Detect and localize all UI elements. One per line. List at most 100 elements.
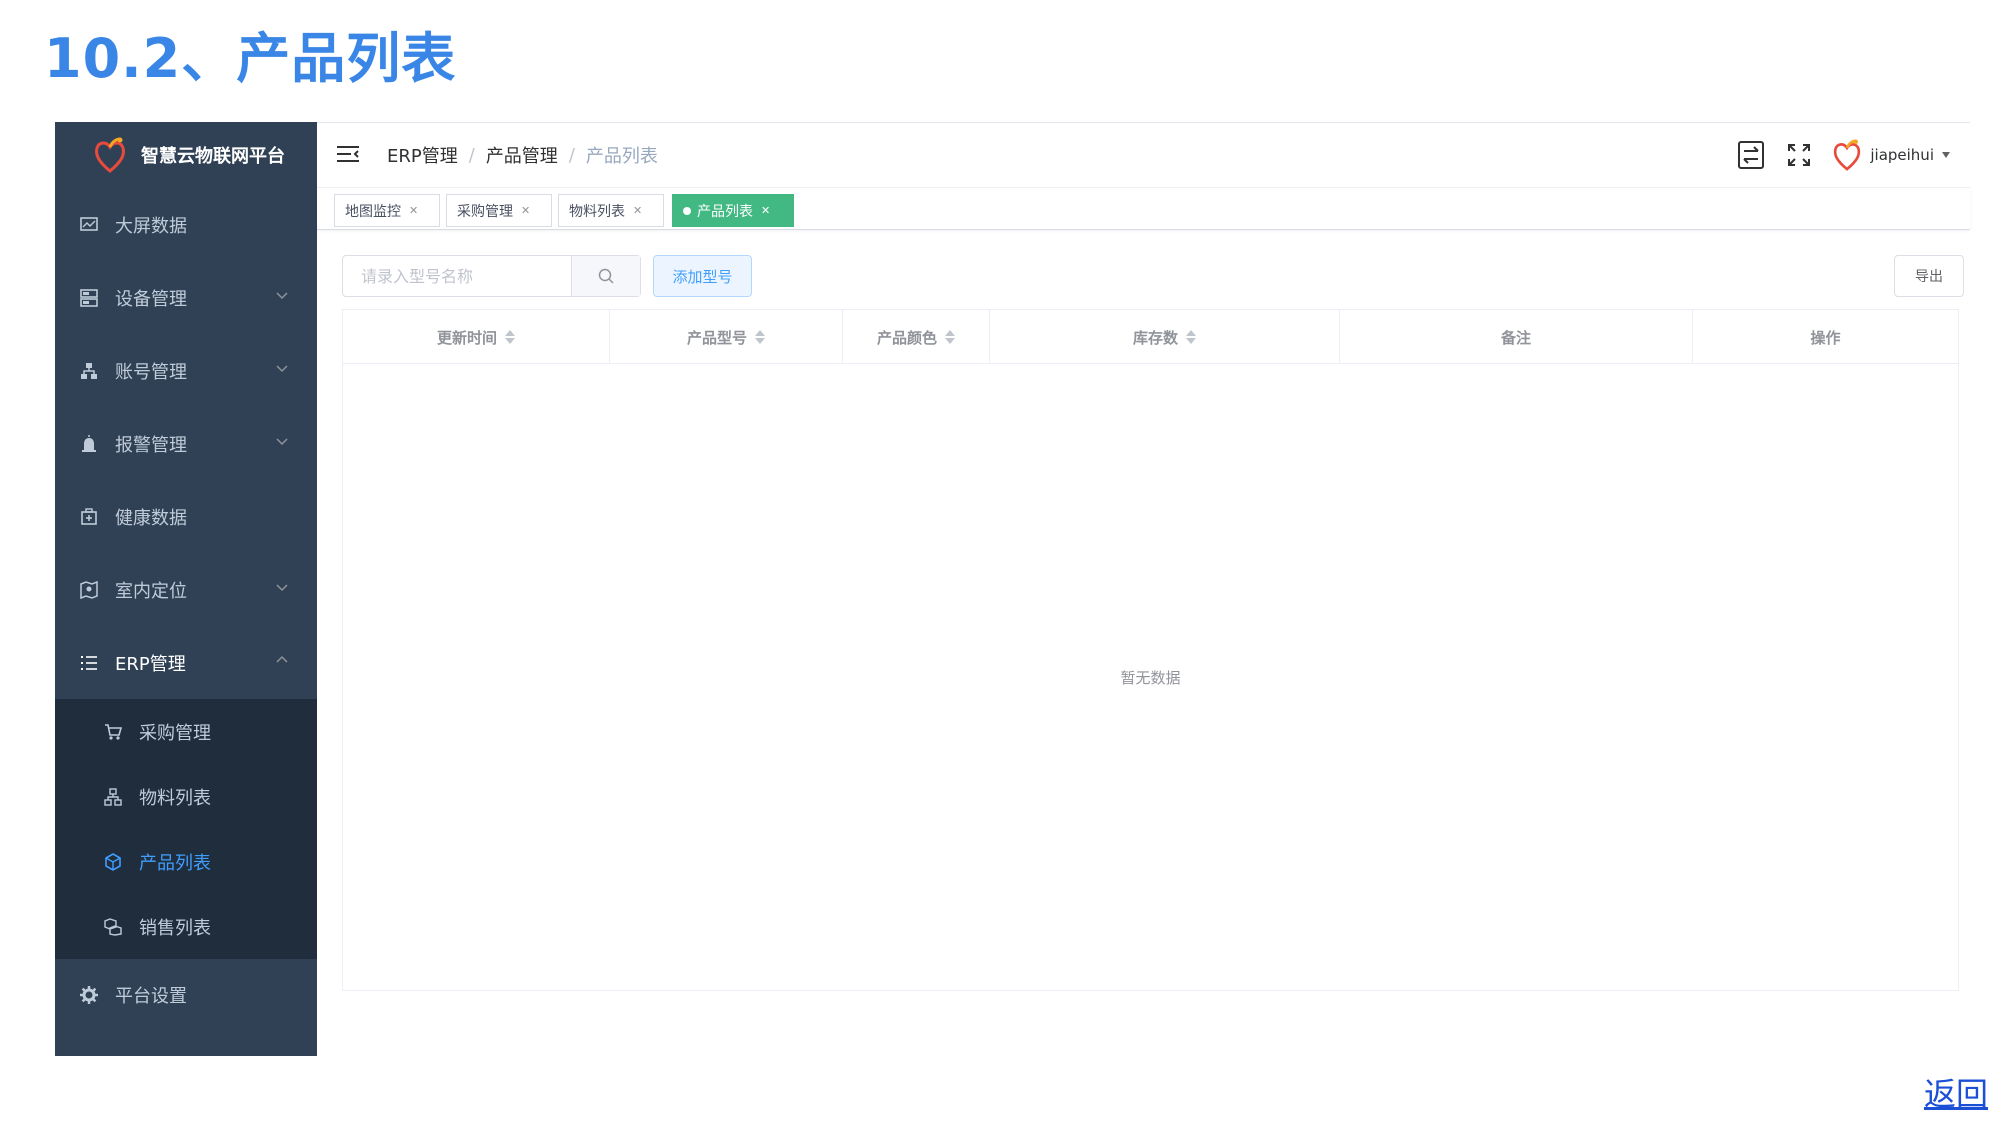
sidebar-item-device[interactable]: 设备管理 (55, 261, 317, 334)
search-icon (598, 268, 614, 284)
sidebar-item-erp[interactable]: ERP管理 (55, 626, 317, 699)
breadcrumb-separator: / (568, 144, 575, 166)
tags-view: 地图监控 ✕ 采购管理 ✕ 物料列表 ✕ 产品列表 ✕ (317, 187, 1970, 230)
column-header-remark: 备注 (1340, 310, 1693, 364)
logo-text: 智慧云物联网平台 (141, 146, 285, 167)
gear-icon (79, 985, 99, 1005)
logo-row: 智慧云物联网平台 (55, 122, 317, 188)
sidebar-item-purchase[interactable]: 采购管理 (55, 699, 317, 764)
product-table: 更新时间 产品型号 产品颜色 库存数 备注 操作 暂无数据 (342, 309, 1959, 991)
chevron-down-icon (276, 584, 288, 592)
empty-text: 暂无数据 (1120, 668, 1181, 687)
cart-icon (103, 722, 123, 742)
doc-title: 10.2、产品列表 (44, 27, 457, 90)
column-label: 产品颜色 (876, 328, 937, 347)
column-header-color[interactable]: 产品颜色 (843, 310, 990, 364)
server-icon (79, 288, 99, 308)
close-icon[interactable]: ✕ (409, 204, 418, 217)
sidebar-item-label: 设备管理 (115, 288, 187, 310)
tag-label: 物料列表 (569, 203, 625, 220)
navbar: ERP管理 / 产品管理 / 产品列表 jiapeihui (317, 123, 1970, 187)
search-group (342, 255, 641, 297)
sort-icon[interactable] (945, 330, 955, 344)
tag-purchase[interactable]: 采购管理 ✕ (446, 194, 552, 227)
column-header-actions: 操作 (1693, 310, 1958, 364)
sidebar-item-indoor-location[interactable]: 室内定位 (55, 553, 317, 626)
tag-label: 产品列表 (697, 203, 753, 220)
heart-logo-icon (95, 137, 125, 173)
column-header-update-time[interactable]: 更新时间 (343, 310, 610, 364)
sidebar-item-dashboard[interactable]: 大屏数据 (55, 188, 317, 261)
document-icon[interactable] (1736, 140, 1766, 170)
breadcrumb: ERP管理 / 产品管理 / 产品列表 (387, 142, 658, 168)
close-icon[interactable]: ✕ (633, 204, 642, 217)
table-header: 更新时间 产品型号 产品颜色 库存数 备注 操作 (343, 310, 1958, 364)
tag-materials[interactable]: 物料列表 ✕ (558, 194, 664, 227)
sidebar-item-label: ERP管理 (115, 653, 186, 675)
fullscreen-icon[interactable] (1784, 140, 1814, 170)
chevron-down-icon (276, 292, 288, 300)
column-header-model[interactable]: 产品型号 (610, 310, 843, 364)
alarm-icon (79, 434, 99, 454)
close-icon[interactable]: ✕ (521, 204, 530, 217)
hamburger-icon[interactable] (337, 145, 359, 163)
sidebar-item-settings[interactable]: 平台设置 (55, 959, 317, 1031)
sidebar-item-label: 室内定位 (115, 580, 187, 602)
content-area: 添加型号 导出 更新时间 产品型号 产品颜色 (317, 231, 1970, 1057)
tag-label: 地图监控 (345, 203, 401, 220)
chevron-up-icon (276, 655, 288, 663)
main-panel: ERP管理 / 产品管理 / 产品列表 jiapeihui 地图监控 ✕ 采购管… (317, 122, 1970, 1056)
export-button[interactable]: 导出 (1894, 255, 1964, 297)
breadcrumb-separator: / (468, 144, 475, 166)
column-header-stock[interactable]: 库存数 (990, 310, 1340, 364)
navbar-right: jiapeihui (1736, 133, 1970, 177)
sidebar-item-label: 报警管理 (115, 434, 187, 456)
sidebar-item-label: 大屏数据 (115, 215, 187, 237)
sidebar-item-account[interactable]: 账号管理 (55, 334, 317, 407)
chevron-down-icon (276, 438, 288, 446)
return-link[interactable]: 返回 (1924, 1069, 1988, 1115)
sort-icon[interactable] (1186, 330, 1196, 344)
breadcrumb-current: 产品列表 (585, 146, 658, 167)
column-label: 更新时间 (436, 328, 497, 347)
caret-down-icon (1942, 152, 1950, 158)
tag-label: 采购管理 (457, 203, 513, 220)
sidebar-menu: 大屏数据 设备管理 账号管理 报警管理 健康数据 室内定位 ERP管理 采购管理… (55, 188, 317, 1031)
sidebar-item-label: 平台设置 (115, 986, 187, 1007)
search-button[interactable] (571, 256, 640, 296)
sidebar-item-products[interactable]: 产品列表 (55, 829, 317, 894)
column-label: 库存数 (1132, 328, 1178, 347)
chevron-down-icon (276, 365, 288, 373)
sort-icon[interactable] (505, 330, 515, 344)
list-icon (79, 653, 99, 673)
sidebar-item-sales[interactable]: 销售列表 (55, 894, 317, 959)
boxes-icon (103, 917, 123, 937)
sidebar-item-health[interactable]: 健康数据 (55, 480, 317, 553)
avatar (1834, 139, 1861, 171)
add-model-button[interactable]: 添加型号 (653, 255, 752, 297)
column-label: 备注 (1500, 328, 1531, 347)
breadcrumb-item[interactable]: 产品管理 (486, 142, 558, 168)
sidebar-item-materials[interactable]: 物料列表 (55, 764, 317, 829)
sort-icon[interactable] (755, 330, 765, 344)
sidebar-item-label: 健康数据 (115, 507, 187, 529)
map-icon (79, 580, 99, 600)
erp-submenu: 采购管理 物料列表 产品列表 销售列表 (55, 699, 317, 959)
tag-map-monitor[interactable]: 地图监控 ✕ (334, 194, 440, 227)
close-icon[interactable]: ✕ (761, 204, 770, 217)
active-dot (683, 206, 691, 215)
sidebar-item-alarm[interactable]: 报警管理 (55, 407, 317, 480)
sidebar-item-label: 物料列表 (139, 787, 211, 809)
user-dropdown[interactable]: jiapeihui (1832, 138, 1950, 172)
user-name: jiapeihui (1870, 146, 1934, 164)
column-label: 操作 (1810, 328, 1841, 347)
sidebar: 智慧云物联网平台 大屏数据 设备管理 账号管理 报警管理 健康数据 室内定位 E… (55, 122, 317, 1056)
search-input[interactable] (343, 256, 571, 296)
sidebar-item-label: 销售列表 (139, 917, 211, 939)
breadcrumb-item[interactable]: ERP管理 (387, 142, 458, 168)
column-label: 产品型号 (686, 328, 747, 347)
medical-kit-icon (79, 507, 99, 527)
tag-products[interactable]: 产品列表 ✕ (672, 194, 794, 227)
sidebar-item-label: 产品列表 (139, 852, 211, 874)
app-window: 智慧云物联网平台 大屏数据 设备管理 账号管理 报警管理 健康数据 室内定位 E… (55, 122, 1970, 1056)
